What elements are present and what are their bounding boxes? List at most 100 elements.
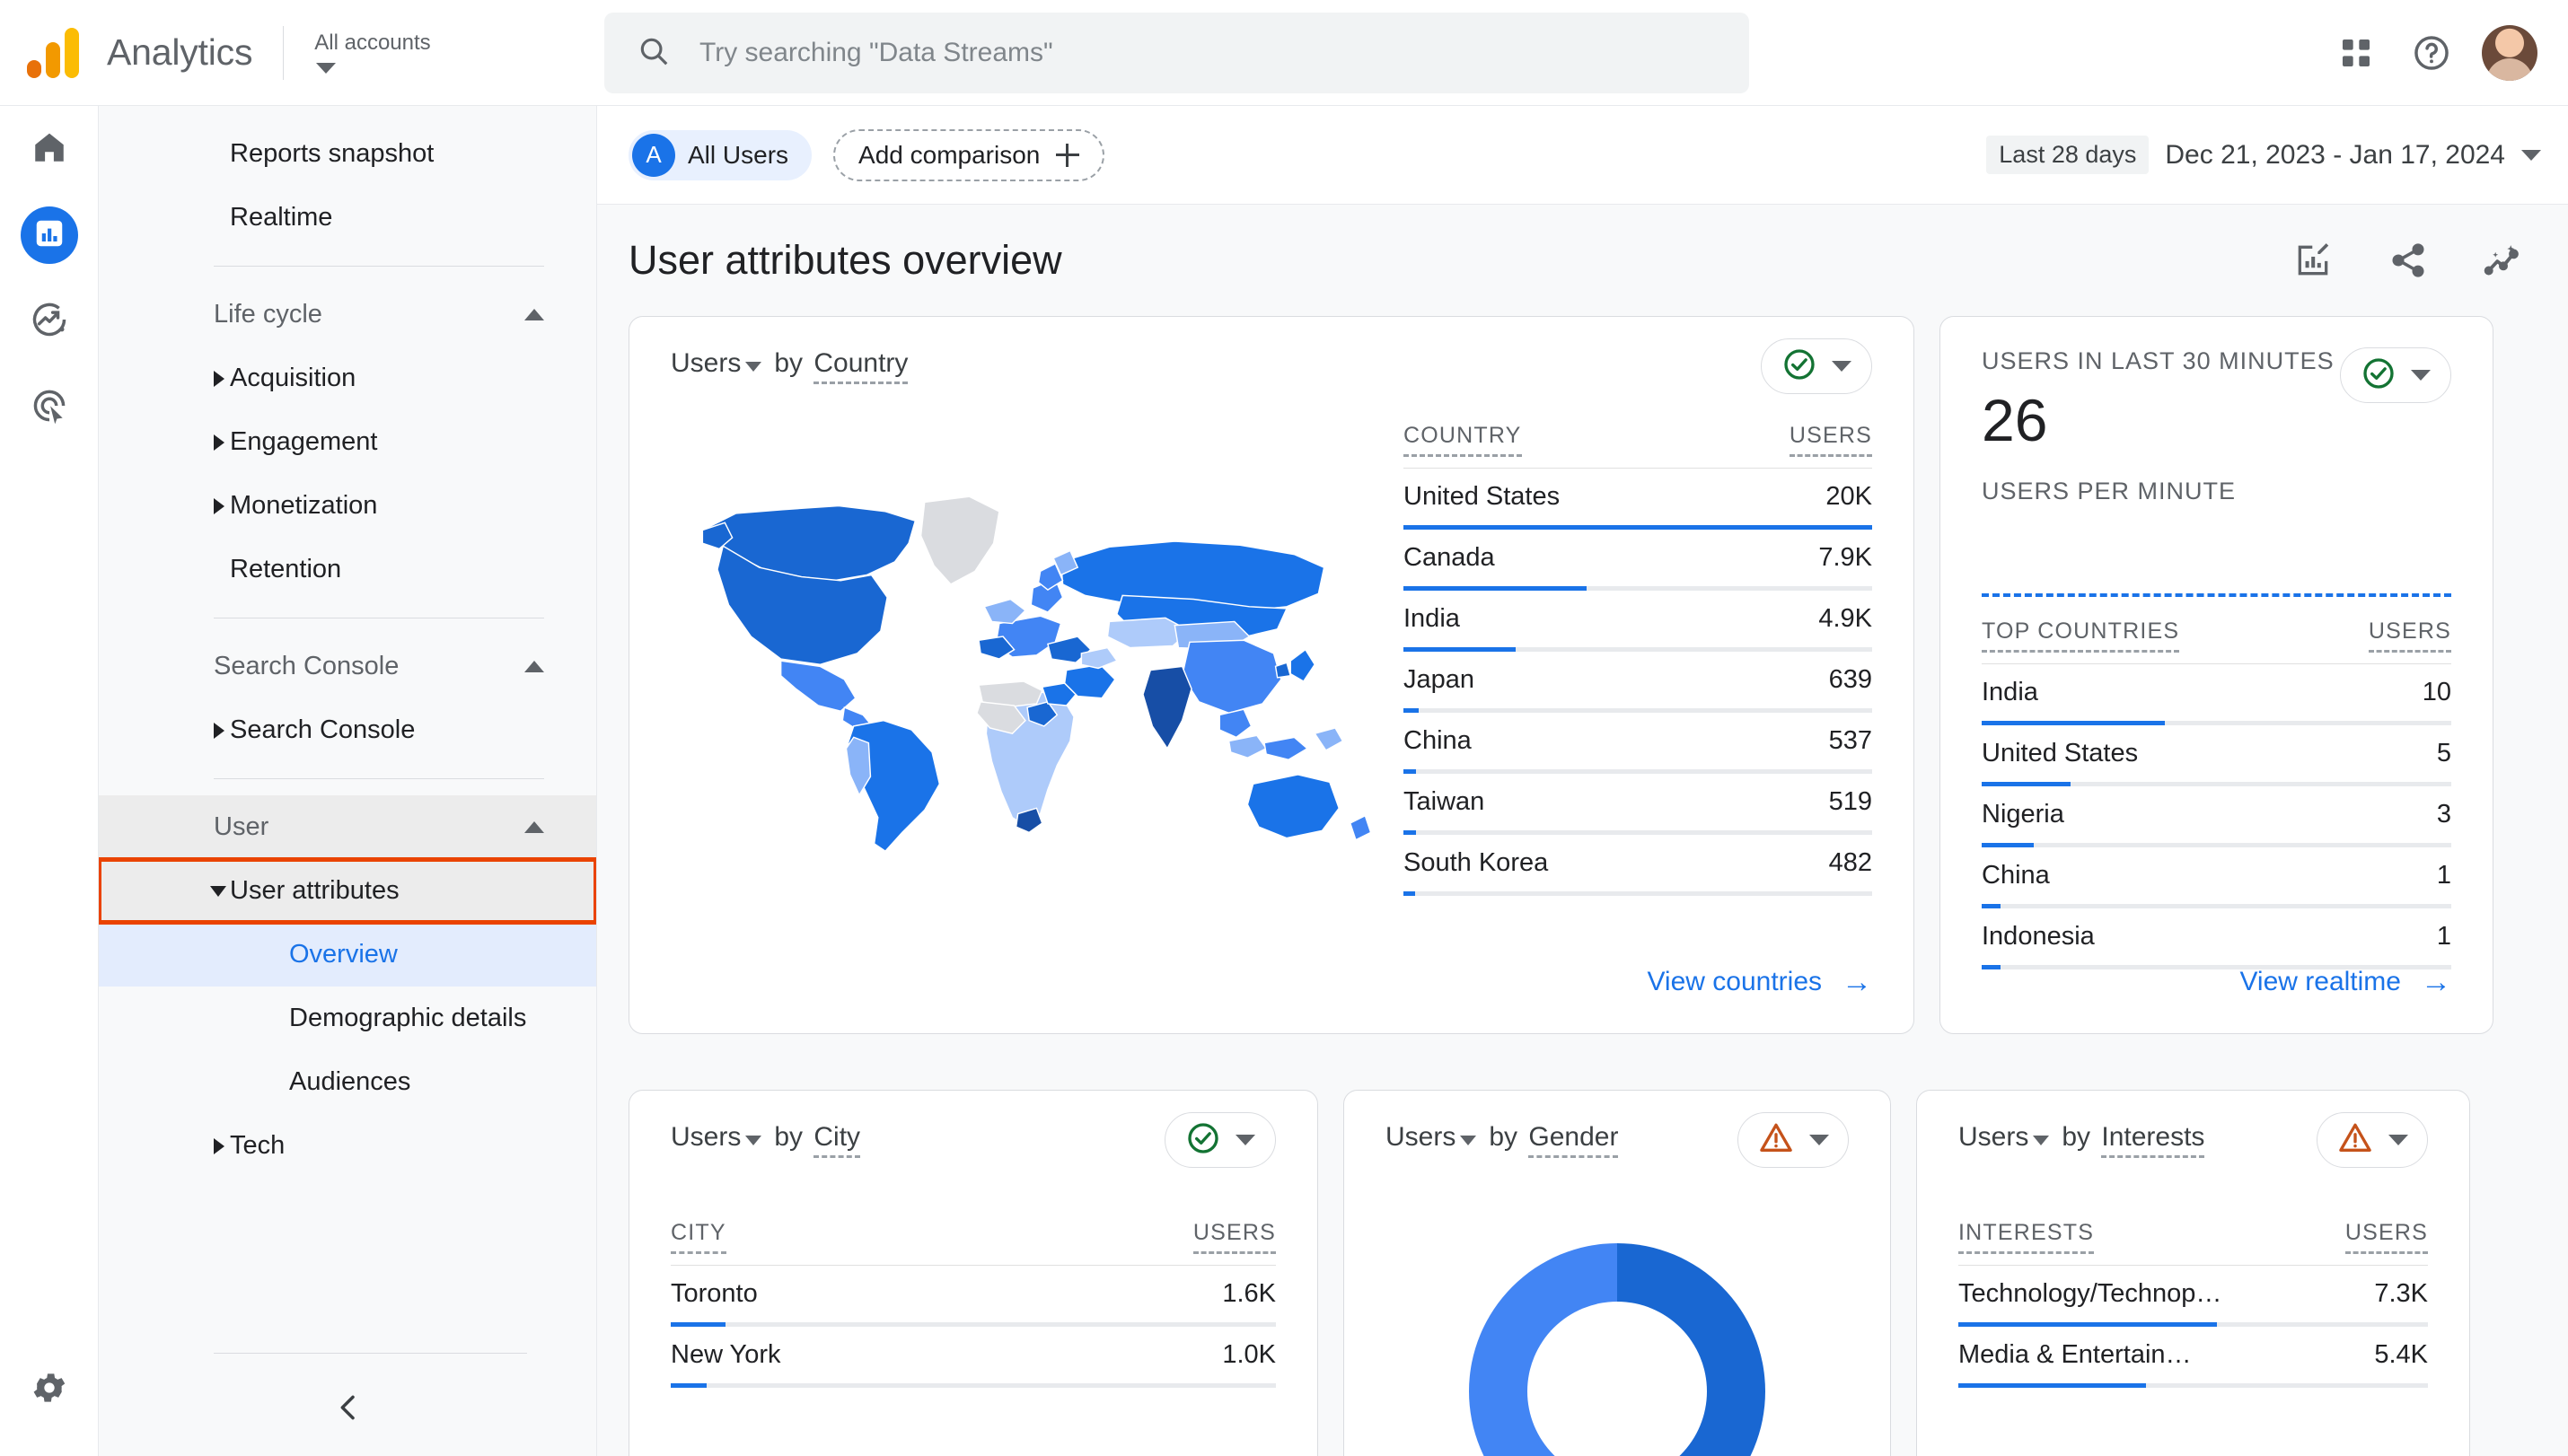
row-label: India <box>1982 678 2038 706</box>
table-row[interactable]: South Korea 482 <box>1403 835 1872 896</box>
row-value: 639 <box>1828 665 1872 694</box>
page-actions <box>2275 223 2541 298</box>
rail-item-advertising[interactable] <box>0 364 99 451</box>
row-value: 1 <box>2436 922 2451 951</box>
chevron-right-icon <box>214 434 224 451</box>
logo-bar-2 <box>46 41 60 78</box>
status-badge[interactable] <box>2317 1112 2428 1168</box>
table-row[interactable]: China 537 <box>1403 713 1872 774</box>
global-search[interactable] <box>604 13 1749 93</box>
gear-icon[interactable] <box>12 1350 87 1425</box>
status-badge[interactable] <box>2340 347 2451 403</box>
sidebar-section-life-cycle[interactable]: Life cycle <box>99 283 596 346</box>
city-table: CITY USERS Toronto 1.6K New York 1.0K <box>629 1189 1317 1388</box>
interests-table: INTERESTS USERS Technology/Technop… 7.3K … <box>1917 1189 2469 1388</box>
view-realtime-link[interactable]: View realtime → <box>2239 967 2451 997</box>
sidebar-item-label: Acquisition <box>230 364 356 392</box>
sidebar-item-monetization[interactable]: Monetization <box>99 474 596 538</box>
status-badge[interactable] <box>1761 338 1872 394</box>
table-row[interactable]: Japan 639 <box>1403 652 1872 713</box>
column-header-interests[interactable]: INTERESTS <box>1958 1220 2095 1254</box>
help-icon[interactable] <box>2394 15 2469 91</box>
card-by-label: by <box>774 348 804 378</box>
sidebar-item-reports-snapshot[interactable]: Reports snapshot <box>99 122 596 186</box>
customize-report-icon[interactable] <box>2275 223 2351 298</box>
row-bar-fill <box>1982 965 2001 969</box>
table-row[interactable]: India 4.9K <box>1403 591 1872 652</box>
view-countries-link[interactable]: View countries → <box>1647 967 1872 997</box>
table-row[interactable]: United States 20K <box>1403 469 1872 530</box>
gender-donut-chart[interactable] <box>1344 1243 1890 1456</box>
sidebar-item-retention[interactable]: Retention <box>99 538 596 601</box>
sidebar-item-acquisition[interactable]: Acquisition <box>99 346 596 410</box>
avatar[interactable] <box>2482 25 2537 81</box>
table-row[interactable]: United States 5 <box>1982 725 2451 786</box>
sidebar-item-engagement[interactable]: Engagement <box>99 410 596 474</box>
sidebar-item-user-attributes[interactable]: User attributes <box>99 857 596 925</box>
rail-selected-indicator <box>21 206 78 264</box>
sidebar-divider <box>214 1353 527 1354</box>
segment-initial: A <box>632 133 675 177</box>
card-title[interactable]: Users by Country <box>671 348 909 384</box>
table-row[interactable]: Nigeria 3 <box>1982 786 2451 847</box>
table-row[interactable]: Technology/Technop… 7.3K <box>1958 1266 2428 1327</box>
table-row[interactable]: Canada 7.9K <box>1403 530 1872 591</box>
column-header-users[interactable]: USERS <box>1192 1220 1276 1254</box>
card-title[interactable]: Users by Interests <box>1958 1122 2205 1158</box>
column-header-users[interactable]: USERS <box>1789 423 1872 457</box>
column-header-top-countries[interactable]: TOP COUNTRIES <box>1982 618 2180 653</box>
realtime-headline-group: USERS IN LAST 30 MINUTES 26 <box>1982 347 2335 454</box>
sidebar-section-user[interactable]: User <box>99 795 596 859</box>
chevron-right-icon <box>214 1137 224 1154</box>
card-title[interactable]: Users by City <box>671 1122 861 1158</box>
rail-item-home[interactable] <box>0 106 99 192</box>
sidebar-section-label: Search Console <box>214 652 400 680</box>
column-header-country[interactable]: COUNTRY <box>1403 423 1522 457</box>
world-map[interactable] <box>671 407 1380 909</box>
advertising-target-icon <box>30 386 69 430</box>
account-switcher[interactable]: All accounts <box>314 31 431 74</box>
chevron-left-icon[interactable] <box>99 1390 596 1425</box>
home-icon <box>31 128 68 171</box>
add-comparison-button[interactable]: Add comparison <box>833 128 1105 181</box>
table-row[interactable]: Taiwan 519 <box>1403 774 1872 835</box>
row-value: 1.6K <box>1222 1279 1276 1308</box>
rail-item-explore[interactable] <box>0 278 99 364</box>
warning-triangle-icon <box>1757 1119 1795 1162</box>
table-row[interactable]: Media & Entertain… 5.4K <box>1958 1327 2428 1388</box>
sidebar-item-demographic-details[interactable]: Demographic details <box>99 987 596 1050</box>
row-bar-fill <box>1958 1383 2147 1388</box>
sidebar-item-realtime[interactable]: Realtime <box>99 186 596 250</box>
table-row[interactable]: China 1 <box>1982 847 2451 908</box>
search-input[interactable] <box>699 38 1687 68</box>
table-row[interactable]: Toronto 1.6K <box>671 1266 1276 1327</box>
insights-icon[interactable] <box>2466 223 2541 298</box>
status-badge[interactable] <box>1165 1112 1276 1168</box>
sidebar-item-audiences[interactable]: Audiences <box>99 1050 596 1114</box>
sidebar-item-tech[interactable]: Tech <box>99 1114 596 1178</box>
card-title[interactable]: Users by Gender <box>1385 1122 1619 1158</box>
row-value: 7.3K <box>2374 1279 2428 1308</box>
share-icon[interactable] <box>2370 223 2446 298</box>
column-header-users[interactable]: USERS <box>2368 618 2451 653</box>
table-row[interactable]: Indonesia 1 <box>1982 908 2451 969</box>
segment-label: All Users <box>688 140 789 169</box>
table-row[interactable]: New York 1.0K <box>671 1327 1276 1388</box>
apps-grid-icon[interactable] <box>2318 15 2394 91</box>
row-value: 1.0K <box>1222 1340 1276 1369</box>
rail-item-reports[interactable] <box>0 192 99 278</box>
status-badge[interactable] <box>1737 1112 1849 1168</box>
sidebar-item-search-console[interactable]: Search Console <box>99 698 596 762</box>
segment-chip-all-users[interactable]: A All Users <box>629 129 813 180</box>
row-value: 7.9K <box>1818 543 1872 572</box>
sidebar-item-overview[interactable]: Overview <box>99 923 596 987</box>
column-header-city[interactable]: CITY <box>671 1220 726 1254</box>
table-row[interactable]: India 10 <box>1982 664 2451 725</box>
sidebar-section-search-console[interactable]: Search Console <box>99 635 596 698</box>
sidebar-item-label: User attributes <box>230 876 400 905</box>
date-range-picker[interactable]: Last 28 days Dec 21, 2023 - Jan 17, 2024 <box>1986 136 2541 174</box>
card-dimension-label: Country <box>813 348 909 384</box>
main-content: A All Users Add comparison Last 28 days … <box>597 106 2568 1456</box>
column-header-users[interactable]: USERS <box>2344 1220 2428 1254</box>
logo-bar-3 <box>65 27 79 78</box>
